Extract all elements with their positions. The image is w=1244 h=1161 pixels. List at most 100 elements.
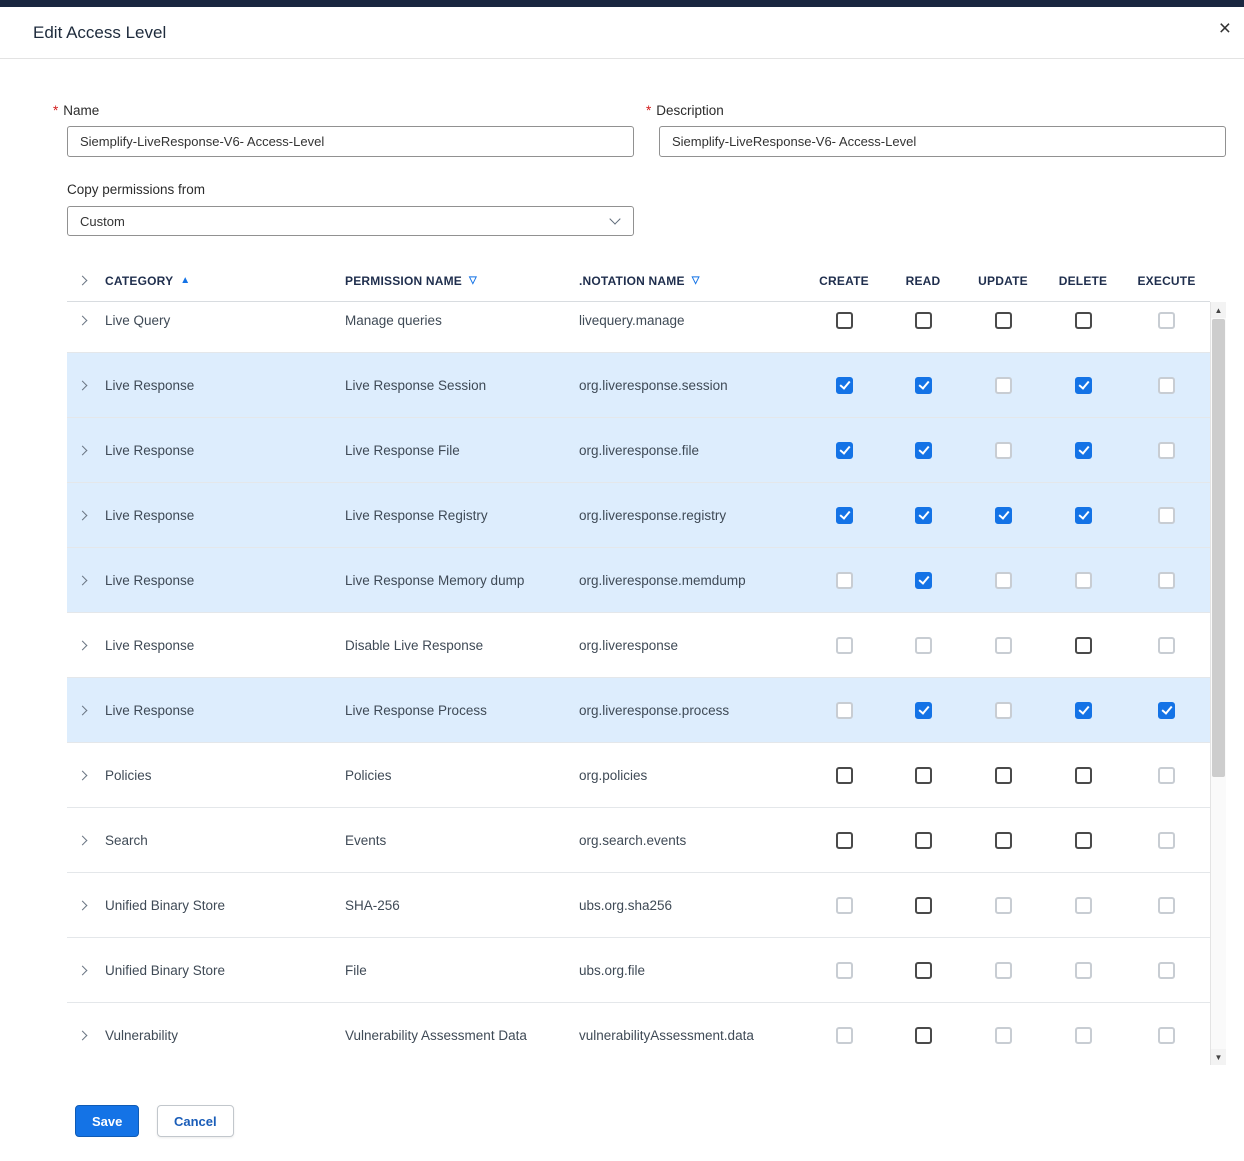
scrollbar-thumb[interactable] (1212, 319, 1225, 777)
row-expand-icon[interactable] (78, 1031, 88, 1041)
row-notation-name: livequery.manage (579, 313, 805, 328)
read-checkbox[interactable] (915, 897, 932, 914)
delete-checkbox[interactable] (1075, 637, 1092, 654)
create-checkbox[interactable] (836, 377, 853, 394)
column-header-notation-name[interactable]: .NOTATION NAME ▽ (579, 274, 805, 288)
row-expand-icon[interactable] (78, 511, 88, 521)
dialog-header: Edit Access Level × (0, 7, 1244, 59)
cancel-button[interactable]: Cancel (157, 1105, 234, 1137)
delete-checkbox[interactable] (1075, 767, 1092, 784)
save-button[interactable]: Save (75, 1105, 139, 1137)
table-body: Live QueryManage querieslivequery.manage… (67, 302, 1210, 1065)
description-label: *Description (646, 103, 724, 118)
read-checkbox[interactable] (915, 442, 932, 459)
update-checkbox[interactable] (995, 507, 1012, 524)
create-checkbox (836, 637, 853, 654)
chevron-down-icon (609, 213, 620, 224)
read-checkbox[interactable] (915, 767, 932, 784)
row-notation-name: org.liveresponse.process (579, 703, 805, 718)
row-category: Live Query (105, 313, 345, 328)
delete-checkbox (1075, 897, 1092, 914)
update-checkbox[interactable] (995, 832, 1012, 849)
row-expand-icon[interactable] (78, 316, 88, 326)
column-header-read: READ (883, 274, 963, 288)
row-permission-name: Live Response Registry (345, 508, 579, 523)
description-input[interactable] (659, 126, 1226, 157)
read-checkbox[interactable] (915, 312, 932, 329)
row-expand-icon[interactable] (78, 836, 88, 846)
create-checkbox[interactable] (836, 312, 853, 329)
expand-all-icon[interactable] (78, 276, 88, 286)
delete-checkbox[interactable] (1075, 442, 1092, 459)
table-row: Live ResponseDisable Live Responseorg.li… (67, 613, 1210, 678)
create-checkbox[interactable] (836, 832, 853, 849)
scroll-down-button[interactable]: ▼ (1211, 1049, 1226, 1065)
update-checkbox (995, 637, 1012, 654)
row-notation-name: ubs.org.sha256 (579, 898, 805, 913)
scroll-up-button[interactable]: ▲ (1211, 302, 1226, 318)
delete-checkbox[interactable] (1075, 377, 1092, 394)
row-permission-name: Vulnerability Assessment Data (345, 1028, 579, 1043)
row-category: Unified Binary Store (105, 898, 345, 913)
table-row: Live ResponseLive Response Fileorg.liver… (67, 418, 1210, 483)
execute-checkbox[interactable] (1158, 702, 1175, 719)
read-checkbox[interactable] (915, 962, 932, 979)
column-header-update: UPDATE (963, 274, 1043, 288)
update-checkbox[interactable] (995, 767, 1012, 784)
close-icon[interactable]: × (1219, 18, 1231, 39)
row-notation-name: org.liveresponse.registry (579, 508, 805, 523)
row-notation-name: org.liveresponse.memdump (579, 573, 805, 588)
row-permission-name: Events (345, 833, 579, 848)
read-checkbox[interactable] (915, 832, 932, 849)
delete-checkbox[interactable] (1075, 507, 1092, 524)
read-checkbox[interactable] (915, 377, 932, 394)
update-checkbox (995, 962, 1012, 979)
row-expand-icon[interactable] (78, 771, 88, 781)
create-checkbox (836, 702, 853, 719)
row-permission-name: Disable Live Response (345, 638, 579, 653)
row-expand-icon[interactable] (78, 381, 88, 391)
row-expand-icon[interactable] (78, 901, 88, 911)
row-permission-name: Live Response Session (345, 378, 579, 393)
create-checkbox[interactable] (836, 507, 853, 524)
table-row: VulnerabilityVulnerability Assessment Da… (67, 1003, 1210, 1065)
execute-checkbox (1158, 312, 1175, 329)
row-expand-icon[interactable] (78, 576, 88, 586)
table-viewport: Live QueryManage querieslivequery.manage… (67, 302, 1210, 1065)
read-checkbox[interactable] (915, 507, 932, 524)
column-header-permission-name[interactable]: PERMISSION NAME ▽ (345, 274, 579, 288)
create-checkbox[interactable] (836, 442, 853, 459)
read-checkbox[interactable] (915, 702, 932, 719)
delete-checkbox (1075, 962, 1092, 979)
name-input[interactable] (67, 126, 634, 157)
row-expand-icon[interactable] (78, 966, 88, 976)
row-permission-name: SHA-256 (345, 898, 579, 913)
notation-header-label: .NOTATION NAME (579, 274, 685, 288)
row-expand-icon[interactable] (78, 641, 88, 651)
create-checkbox (836, 962, 853, 979)
row-category: Live Response (105, 378, 345, 393)
read-checkbox[interactable] (915, 572, 932, 589)
delete-checkbox[interactable] (1075, 702, 1092, 719)
update-checkbox (995, 1027, 1012, 1044)
column-header-category[interactable]: CATEGORY ▲ (105, 274, 345, 288)
update-checkbox[interactable] (995, 312, 1012, 329)
delete-checkbox[interactable] (1075, 312, 1092, 329)
window-top-strip (0, 0, 1244, 7)
delete-checkbox[interactable] (1075, 832, 1092, 849)
table-scrollbar[interactable]: ▲ ▼ (1210, 302, 1226, 1065)
update-checkbox (995, 702, 1012, 719)
table-row: SearchEventsorg.search.events (67, 808, 1210, 873)
read-checkbox[interactable] (915, 1027, 932, 1044)
column-header-delete: DELETE (1043, 274, 1123, 288)
create-checkbox (836, 1027, 853, 1044)
description-label-text: Description (656, 103, 724, 118)
read-checkbox (915, 637, 932, 654)
row-notation-name: org.policies (579, 768, 805, 783)
copy-permissions-select[interactable]: Custom (67, 206, 634, 236)
table-row: Live ResponseLive Response Processorg.li… (67, 678, 1210, 743)
row-notation-name: org.liveresponse (579, 638, 805, 653)
row-expand-icon[interactable] (78, 706, 88, 716)
row-expand-icon[interactable] (78, 446, 88, 456)
create-checkbox[interactable] (836, 767, 853, 784)
